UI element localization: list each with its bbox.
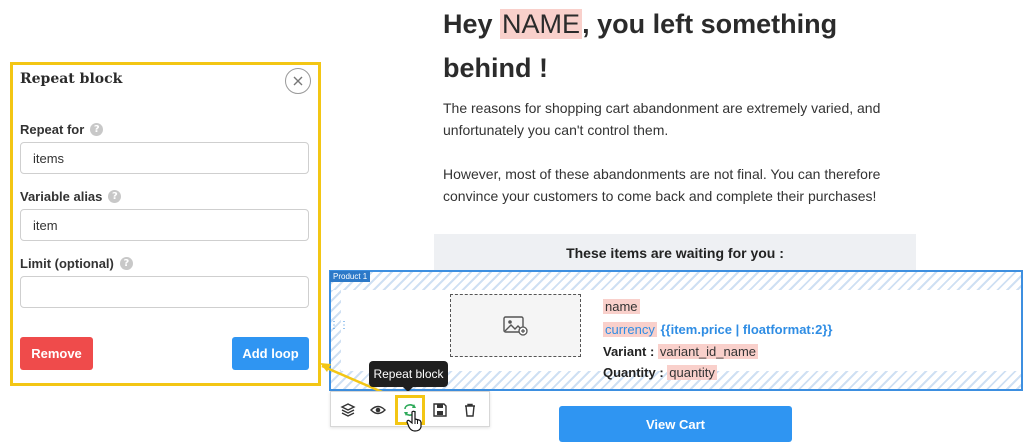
trash-icon — [465, 403, 475, 417]
repeat-block-tooltip: Repeat block — [369, 361, 448, 387]
product-variant-line: Variant : variant_id_name — [603, 343, 759, 361]
currency-variable: currency — [603, 322, 657, 337]
drag-handle-icon[interactable]: ⋮⋮ — [329, 321, 349, 338]
help-icon[interactable]: ? — [119, 257, 133, 270]
limit-label-text: Limit (optional) — [20, 256, 114, 271]
eye-icon — [370, 405, 386, 415]
close-icon — [293, 76, 303, 86]
block-padding-top — [331, 272, 1021, 290]
product-price-line: currency {{item.price | floatformat:2}} — [603, 321, 832, 339]
variable-alias-input[interactable] — [20, 209, 309, 241]
hand-cursor-icon — [406, 410, 422, 432]
layers-button[interactable] — [335, 397, 361, 423]
save-button[interactable] — [427, 397, 453, 423]
email-headline[interactable]: Hey NAME, you left something behind ! — [443, 2, 913, 90]
quantity-variable: quantity — [667, 365, 717, 380]
view-cart-button[interactable]: View Cart — [559, 406, 792, 442]
quantity-label: Quantity : — [603, 365, 664, 380]
product-block-tag: Product 1 — [330, 271, 371, 282]
repeat-for-label: Repeat for ? — [20, 122, 104, 137]
repeat-for-label-text: Repeat for — [20, 122, 85, 137]
email-paragraph-1[interactable]: The reasons for shopping cart abandonmen… — [443, 97, 913, 141]
repeat-for-input[interactable] — [20, 142, 309, 174]
product-quantity-line: Quantity : quantity — [603, 364, 717, 382]
help-icon[interactable]: ? — [108, 190, 122, 203]
product-name-line: name — [603, 298, 640, 316]
variable-alias-label-text: Variable alias — [20, 189, 103, 204]
limit-label: Limit (optional) ? — [20, 256, 133, 271]
waiting-items-heading[interactable]: These items are waiting for you : — [434, 234, 916, 270]
preview-button[interactable] — [365, 397, 391, 423]
variant-variable: variant_id_name — [657, 344, 759, 359]
remove-button[interactable]: Remove — [20, 337, 93, 370]
delete-button[interactable] — [457, 397, 483, 423]
email-paragraph-2[interactable]: However, most of these abandonments are … — [443, 163, 913, 207]
variant-label: Variant : — [603, 344, 655, 359]
save-icon — [433, 403, 447, 417]
price-expression: {{item.price | floatformat:2}} — [660, 322, 833, 337]
layers-icon — [340, 403, 356, 417]
limit-input[interactable] — [20, 276, 309, 308]
image-icon — [502, 315, 528, 336]
close-button[interactable] — [285, 68, 311, 94]
variable-alias-label: Variable alias ? — [20, 189, 122, 204]
repeat-block-panel: Repeat block Repeat for ? Variable alias… — [10, 62, 321, 386]
help-icon[interactable]: ? — [90, 123, 104, 136]
add-loop-button[interactable]: Add loop — [232, 337, 309, 370]
panel-title: Repeat block — [20, 71, 123, 87]
name-variable: NAME — [500, 9, 583, 39]
headline-prefix: Hey — [443, 9, 501, 39]
product-image-placeholder[interactable] — [450, 294, 581, 357]
product-name-variable: name — [603, 299, 640, 314]
